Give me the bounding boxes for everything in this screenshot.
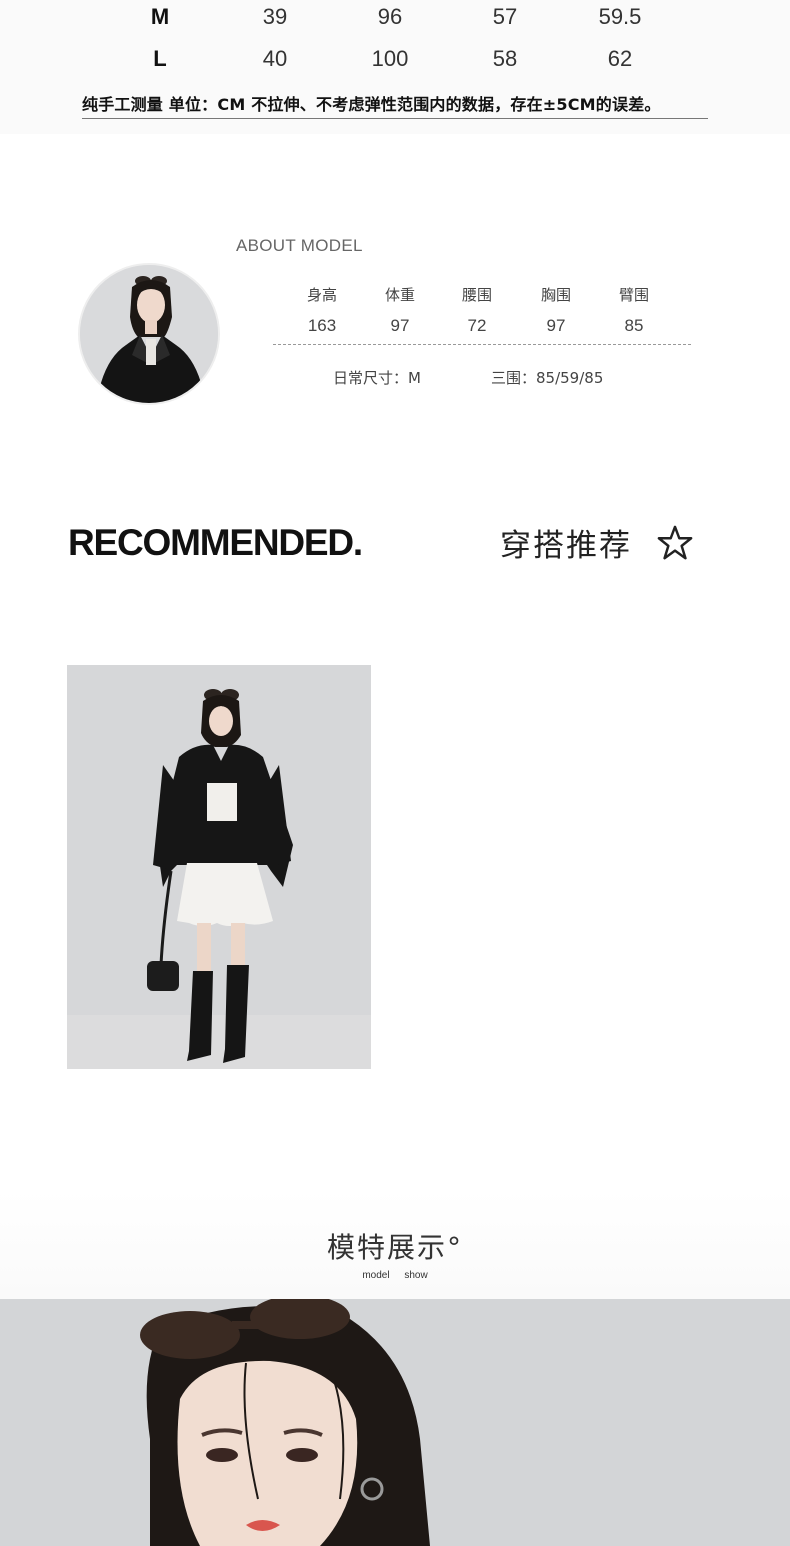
- stat-label-height: 身高: [306, 286, 337, 304]
- stat-label-weight: 体重: [384, 286, 415, 304]
- recommended-title-cn: 穿搭推荐: [500, 528, 632, 564]
- stats-divider: [273, 344, 691, 345]
- size-value: 58: [492, 46, 518, 71]
- model-stat-values: 163 97 72 97 85: [0, 316, 790, 338]
- model-measurements: 三围：85/59/85: [491, 369, 604, 387]
- size-label: M: [150, 4, 170, 29]
- model-show-title: 模特展示°: [326, 1231, 463, 1264]
- stat-value-weight: 97: [390, 316, 410, 335]
- outfit-illustration: [67, 665, 371, 1069]
- size-label: L: [153, 46, 167, 71]
- size-table-section: M 39 96 57 59.5 L 40 100 58 62 纯手工测量 单位：…: [0, 0, 790, 134]
- stat-label-bust: 胸围: [540, 286, 571, 304]
- stat-label-waist: 腰围: [461, 286, 492, 304]
- stat-value-arm: 85: [624, 316, 644, 335]
- stat-value-waist: 72: [467, 316, 487, 335]
- size-row-m: M 39 96 57 59.5: [0, 2, 790, 32]
- size-row-l: L 40 100 58 62: [0, 44, 790, 74]
- note-underline: [82, 118, 708, 119]
- recommended-title: RECOMMENDED.: [68, 522, 363, 563]
- size-value: 57: [492, 4, 518, 29]
- model-show-subtitle: model show: [362, 1270, 428, 1281]
- about-model-title: ABOUT MODEL: [236, 236, 363, 255]
- size-value: 39: [262, 4, 288, 29]
- stat-value-bust: 97: [546, 316, 566, 335]
- stat-value-height: 163: [307, 316, 337, 335]
- size-value: 100: [371, 46, 409, 71]
- model-stat-labels: 身高 体重 腰围 胸围 臂围: [0, 284, 790, 306]
- size-value: 62: [607, 46, 633, 71]
- model-closeup-illustration: [0, 1299, 790, 1546]
- size-value: 59.5: [598, 4, 642, 29]
- size-value: 96: [377, 4, 403, 29]
- star-outline-icon: [657, 525, 693, 560]
- recommended-outfit-photo[interactable]: [67, 665, 371, 1069]
- size-value: 40: [262, 46, 288, 71]
- model-show-photo[interactable]: [0, 1299, 790, 1546]
- model-daily-size: 日常尺寸：M: [333, 369, 421, 387]
- measurement-note: 纯手工测量 单位：CM 不拉伸、不考虑弹性范围内的数据，存在±5CM的误差。: [82, 95, 661, 114]
- stat-label-arm: 臂围: [618, 286, 649, 304]
